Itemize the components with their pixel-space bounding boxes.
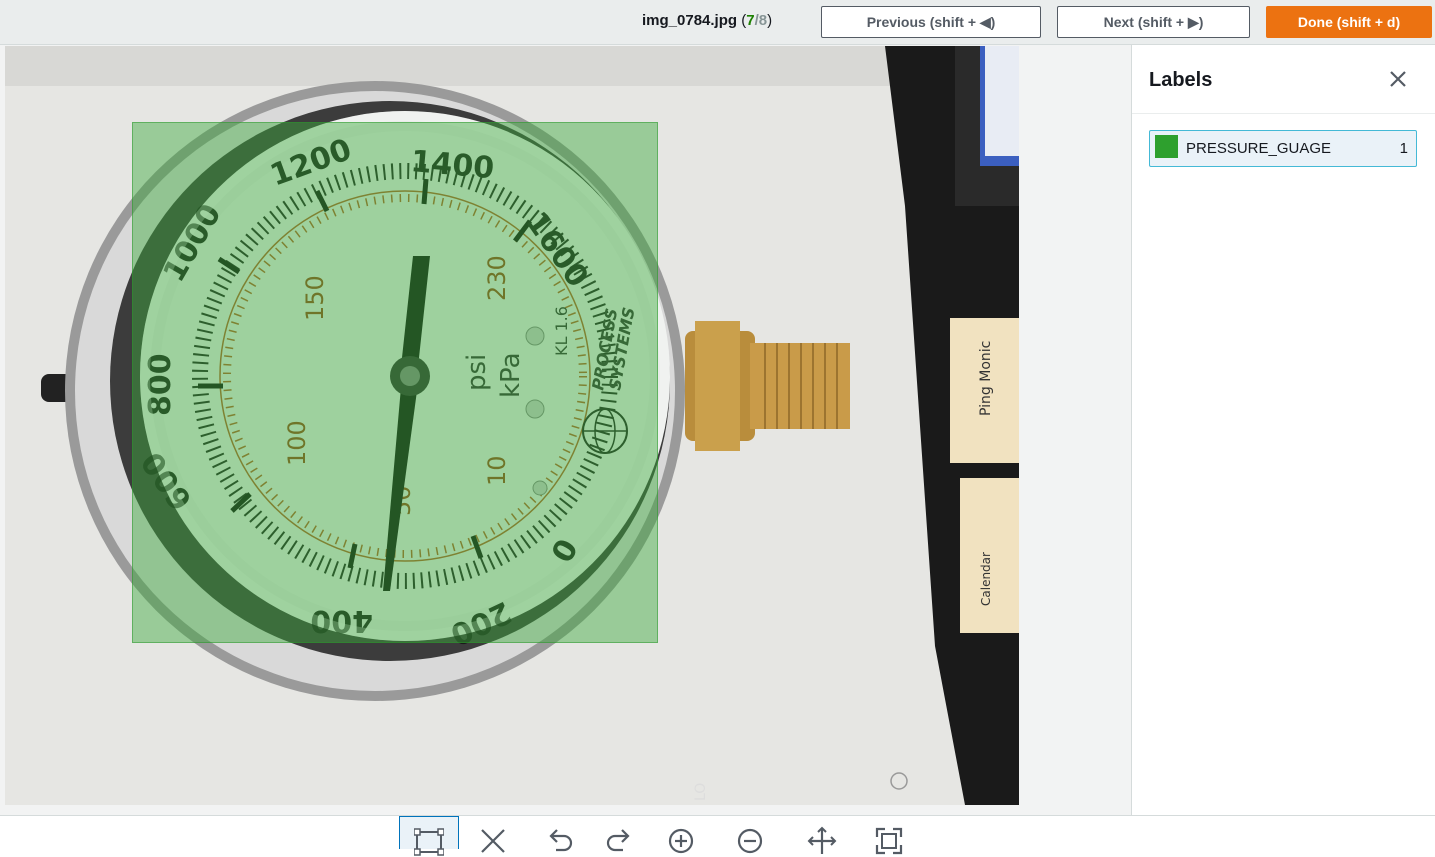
bounding-box-pressure-guage[interactable] (132, 122, 658, 643)
current-index: 7 (746, 12, 755, 29)
close-icon[interactable] (1388, 69, 1408, 89)
top-bar: img_0784.jpg (7/8) Previous (shift + ◀) … (0, 0, 1435, 45)
panel-header: Labels (1132, 45, 1435, 114)
undo-icon[interactable] (529, 816, 589, 852)
zoom-in-icon[interactable] (651, 816, 711, 854)
fit-icon[interactable] (859, 816, 919, 855)
move-icon[interactable] (792, 816, 852, 854)
box-tool-icon[interactable] (399, 816, 459, 856)
gauge-photo[interactable]: Ping Monic Calendar 1200 1400 1600 1000 … (5, 46, 1019, 805)
zoom-out-icon[interactable] (720, 816, 780, 854)
file-info: img_0784.jpg (7/8) (642, 12, 772, 29)
svg-text:Ping Monic: Ping Monic (978, 341, 994, 416)
label-color-swatch (1155, 135, 1178, 158)
panel-title: Labels (1149, 69, 1213, 91)
annotation-canvas[interactable]: Ping Monic Calendar 1200 1400 1600 1000 … (0, 45, 1131, 815)
labels-panel: Labels PRESSURE_GUAGE 1 (1131, 45, 1435, 815)
previous-button[interactable]: Previous (shift + ◀) (821, 6, 1041, 38)
next-button[interactable]: Next (shift + ▶) (1057, 6, 1250, 38)
label-count: 1 (1399, 140, 1408, 157)
redo-icon[interactable] (590, 816, 650, 852)
svg-text:LO: LO (693, 783, 709, 801)
index-close-paren: ) (767, 12, 773, 29)
done-button[interactable]: Done (shift + d) (1266, 6, 1432, 38)
svg-text:Calendar: Calendar (979, 552, 993, 606)
total-count: 8 (758, 12, 768, 29)
bottom-toolbar (0, 815, 1435, 856)
delete-icon[interactable] (463, 816, 523, 853)
label-item-pressure-guage[interactable]: PRESSURE_GUAGE 1 (1149, 130, 1417, 167)
label-name: PRESSURE_GUAGE (1186, 140, 1332, 157)
filename: img_0784.jpg (642, 12, 738, 29)
